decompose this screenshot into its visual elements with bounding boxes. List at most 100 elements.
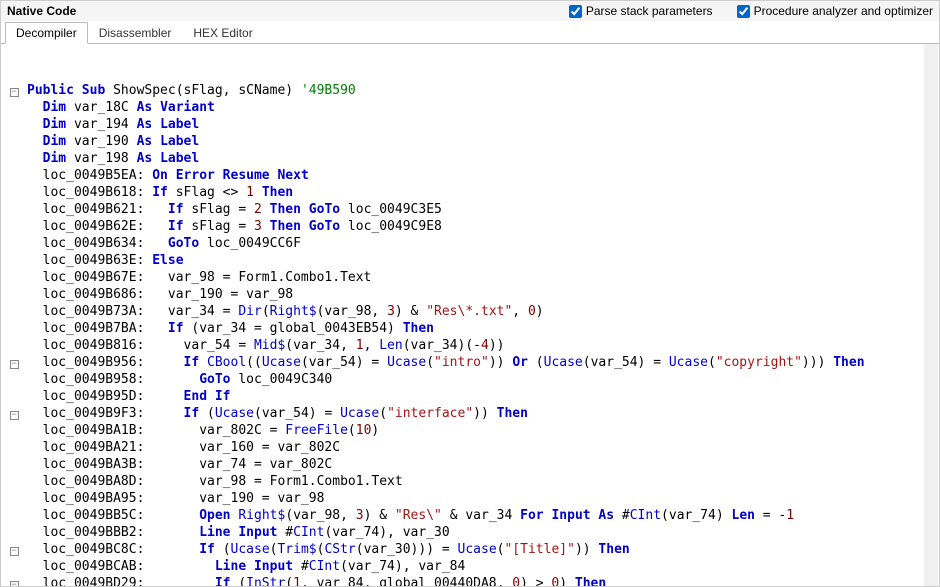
code-content: loc_0049BA21: var_160 = var_802C — [27, 439, 939, 456]
code-line: loc_0049BA3B: var_74 = var_802C — [1, 456, 939, 473]
code-line: loc_0049B686: var_190 = var_98 — [1, 286, 939, 303]
checkbox-proc-analyzer-label: Procedure analyzer and optimizer — [754, 4, 933, 18]
code-content: Dim var_194 As Label — [27, 116, 939, 133]
code-content: loc_0049B67E: var_98 = Form1.Combo1.Text — [27, 269, 939, 286]
fold-toggle-icon[interactable]: − — [10, 411, 19, 420]
code-line: loc_0049B67E: var_98 = Form1.Combo1.Text — [1, 269, 939, 286]
fold-gutter — [1, 252, 27, 269]
fold-gutter — [1, 524, 27, 541]
checkbox-parse-stack[interactable]: Parse stack parameters — [569, 4, 713, 18]
code-content: loc_0049BA1B: var_802C = FreeFile(10) — [27, 422, 939, 439]
code-content: loc_0049BBB2: Line Input #CInt(var_74), … — [27, 524, 939, 541]
header-title: Native Code — [7, 4, 76, 18]
fold-gutter — [1, 507, 27, 524]
checkbox-parse-stack-label: Parse stack parameters — [586, 4, 713, 18]
fold-gutter — [1, 337, 27, 354]
code-line: Dim var_190 As Label — [1, 133, 939, 150]
tab-bar: Decompiler Disassembler HEX Editor — [1, 21, 939, 44]
code-content: loc_0049B816: var_54 = Mid$(var_34, 1, L… — [27, 337, 939, 354]
code-line: − loc_0049BC8C: If (Ucase(Trim$(CStr(var… — [1, 541, 939, 558]
fold-gutter — [1, 201, 27, 218]
code-content: loc_0049BA3B: var_74 = var_802C — [27, 456, 939, 473]
code-content: loc_0049BD29: If (InStr(1, var_84, globa… — [27, 575, 939, 586]
code-line: Dim var_194 As Label — [1, 116, 939, 133]
fold-gutter — [1, 558, 27, 575]
code-content: loc_0049B62E: If sFlag = 3 Then GoTo loc… — [27, 218, 939, 235]
code-line: loc_0049B63E: Else — [1, 252, 939, 269]
fold-gutter — [1, 303, 27, 320]
checkbox-proc-analyzer-input[interactable] — [737, 5, 750, 18]
code-line: loc_0049BA8D: var_98 = Form1.Combo1.Text — [1, 473, 939, 490]
code-line: −Public Sub ShowSpec(sFlag, sCName) '49B… — [1, 82, 939, 99]
fold-gutter[interactable]: − — [1, 82, 27, 99]
fold-gutter — [1, 99, 27, 116]
code-content: loc_0049B956: If CBool((Ucase(var_54) = … — [27, 354, 939, 371]
code-line: loc_0049B634: GoTo loc_0049CC6F — [1, 235, 939, 252]
tab-decompiler[interactable]: Decompiler — [5, 22, 88, 44]
fold-toggle-icon[interactable]: − — [10, 360, 19, 369]
code-content: loc_0049B5EA: On Error Resume Next — [27, 167, 939, 184]
checkbox-proc-analyzer[interactable]: Procedure analyzer and optimizer — [737, 4, 933, 18]
code-line: loc_0049B62E: If sFlag = 3 Then GoTo loc… — [1, 218, 939, 235]
code-content: loc_0049BA95: var_190 = var_98 — [27, 490, 939, 507]
code-line: loc_0049BA21: var_160 = var_802C — [1, 439, 939, 456]
code-line: loc_0049B621: If sFlag = 2 Then GoTo loc… — [1, 201, 939, 218]
code-line: loc_0049B73A: var_34 = Dir(Right$(var_98… — [1, 303, 939, 320]
tab-hex-editor[interactable]: HEX Editor — [182, 22, 263, 44]
fold-toggle-icon[interactable]: − — [10, 547, 19, 556]
code-line: loc_0049BA1B: var_802C = FreeFile(10) — [1, 422, 939, 439]
fold-gutter[interactable]: − — [1, 354, 27, 371]
fold-gutter — [1, 133, 27, 150]
fold-gutter — [1, 490, 27, 507]
header-bar: Native Code Parse stack parameters Proce… — [1, 1, 939, 21]
code-content: loc_0049B9F3: If (Ucase(var_54) = Ucase(… — [27, 405, 939, 422]
code-content: loc_0049BA8D: var_98 = Form1.Combo1.Text — [27, 473, 939, 490]
fold-gutter — [1, 116, 27, 133]
code-content: Dim var_190 As Label — [27, 133, 939, 150]
code-content: loc_0049B621: If sFlag = 2 Then GoTo loc… — [27, 201, 939, 218]
fold-gutter — [1, 286, 27, 303]
code-line: loc_0049BCAB: Line Input #CInt(var_74), … — [1, 558, 939, 575]
code-content: loc_0049B73A: var_34 = Dir(Right$(var_98… — [27, 303, 939, 320]
fold-toggle-icon[interactable]: − — [10, 581, 19, 586]
code-viewer[interactable]: −Public Sub ShowSpec(sFlag, sCName) '49B… — [1, 44, 939, 586]
code-line: loc_0049B7BA: If (var_34 = global_0043EB… — [1, 320, 939, 337]
tab-disassembler[interactable]: Disassembler — [88, 22, 183, 44]
fold-gutter[interactable]: − — [1, 575, 27, 586]
fold-gutter[interactable]: − — [1, 405, 27, 422]
vertical-scrollbar[interactable] — [924, 44, 938, 586]
code-content: Public Sub ShowSpec(sFlag, sCName) '49B5… — [27, 82, 939, 99]
fold-gutter — [1, 184, 27, 201]
fold-toggle-icon[interactable]: − — [10, 88, 19, 97]
fold-gutter — [1, 269, 27, 286]
fold-gutter — [1, 439, 27, 456]
fold-gutter — [1, 456, 27, 473]
fold-gutter — [1, 388, 27, 405]
code-line: loc_0049B816: var_54 = Mid$(var_34, 1, L… — [1, 337, 939, 354]
decompiler-window: Native Code Parse stack parameters Proce… — [0, 0, 940, 587]
fold-gutter — [1, 218, 27, 235]
code-line: loc_0049B95D: End If — [1, 388, 939, 405]
code-line: loc_0049B5EA: On Error Resume Next — [1, 167, 939, 184]
code-line: Dim var_198 As Label — [1, 150, 939, 167]
code-content: loc_0049B618: If sFlag <> 1 Then — [27, 184, 939, 201]
code-line: − loc_0049B9F3: If (Ucase(var_54) = Ucas… — [1, 405, 939, 422]
fold-gutter — [1, 150, 27, 167]
code-line: loc_0049BBB2: Line Input #CInt(var_74), … — [1, 524, 939, 541]
fold-gutter — [1, 422, 27, 439]
fold-gutter[interactable]: − — [1, 541, 27, 558]
fold-gutter — [1, 473, 27, 490]
code-content: loc_0049B95D: End If — [27, 388, 939, 405]
code-content: loc_0049B634: GoTo loc_0049CC6F — [27, 235, 939, 252]
code-content: loc_0049B686: var_190 = var_98 — [27, 286, 939, 303]
checkbox-parse-stack-input[interactable] — [569, 5, 582, 18]
fold-gutter — [1, 167, 27, 184]
code-content: loc_0049B958: GoTo loc_0049C340 — [27, 371, 939, 388]
code-line: loc_0049BB5C: Open Right$(var_98, 3) & "… — [1, 507, 939, 524]
code-content: loc_0049BCAB: Line Input #CInt(var_74), … — [27, 558, 939, 575]
code-line: Dim var_18C As Variant — [1, 99, 939, 116]
code-line: − loc_0049B956: If CBool((Ucase(var_54) … — [1, 354, 939, 371]
code-content: loc_0049BB5C: Open Right$(var_98, 3) & "… — [27, 507, 939, 524]
fold-gutter — [1, 371, 27, 388]
fold-gutter — [1, 235, 27, 252]
